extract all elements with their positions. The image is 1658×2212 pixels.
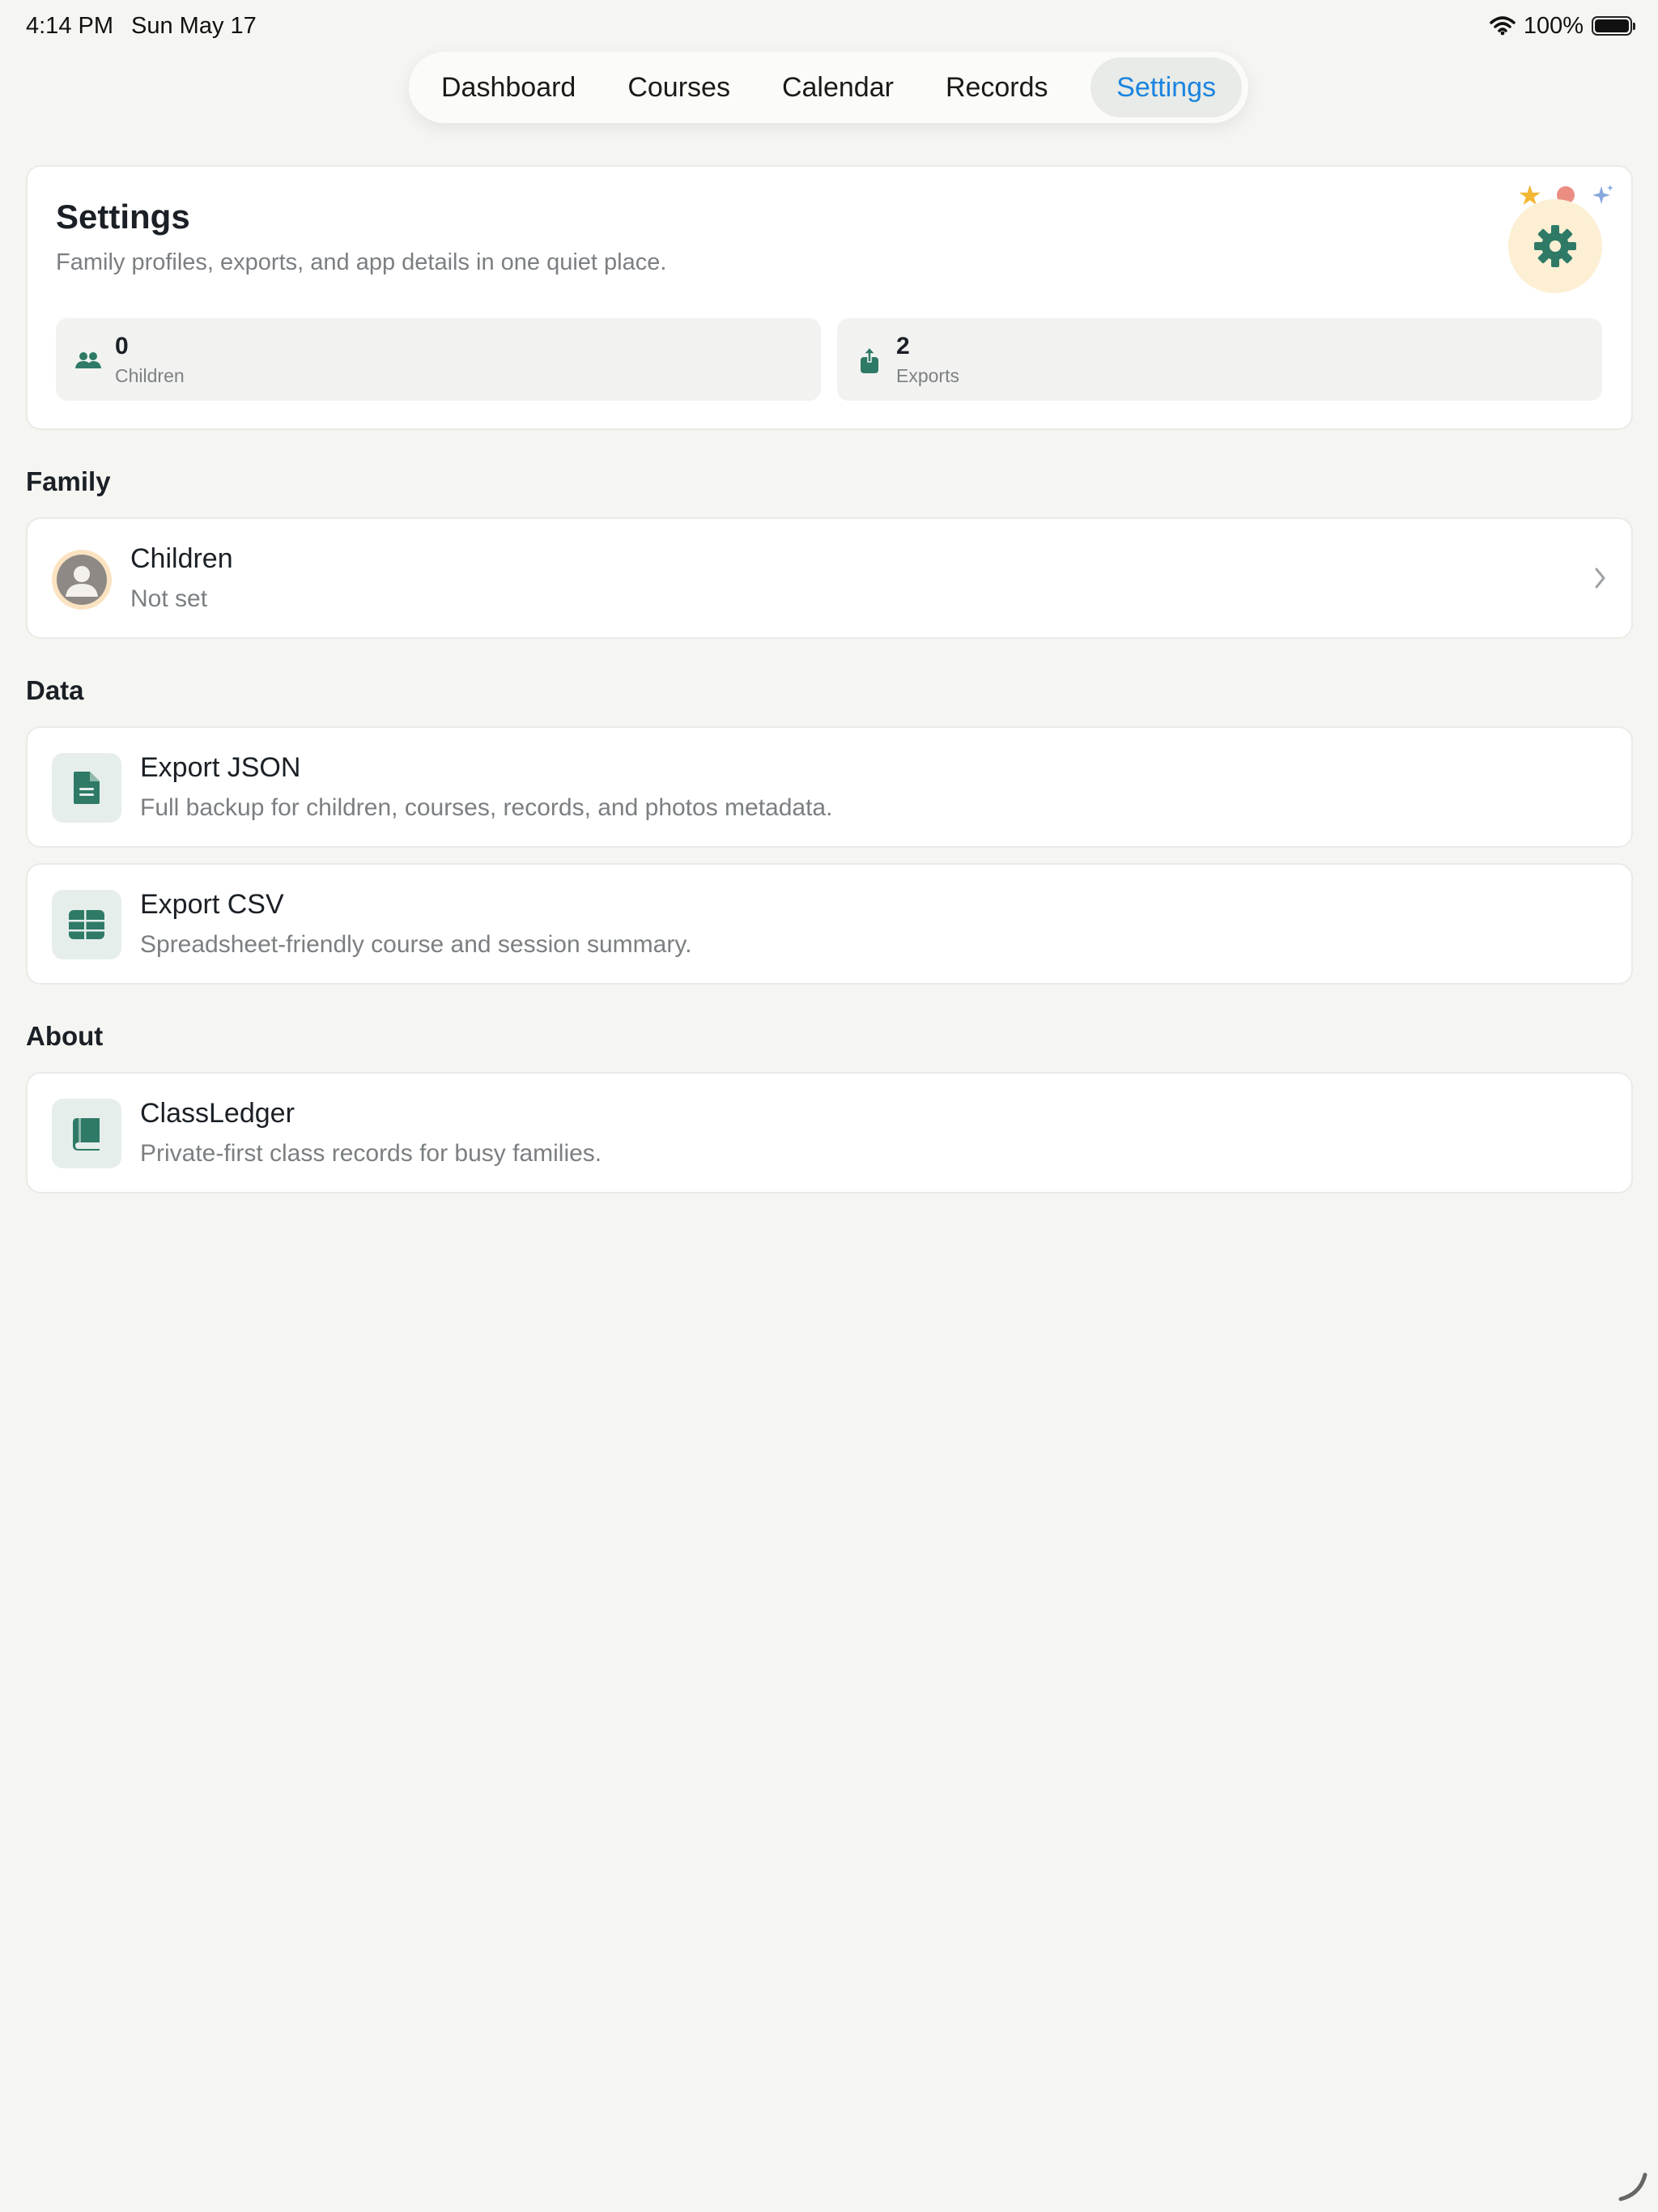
page-title: Settings <box>56 198 190 236</box>
about-app-subtitle: Private-first class records for busy fam… <box>140 1140 602 1167</box>
about-icon-box <box>52 1099 121 1168</box>
children-row-subtitle: Not set <box>130 585 208 612</box>
wifi-icon <box>1490 16 1516 36</box>
export-json-icon-box <box>52 753 121 823</box>
sparkle-icon <box>1592 185 1613 204</box>
settings-badge <box>1508 199 1602 293</box>
battery-percent: 100% <box>1523 12 1584 39</box>
battery-icon <box>1592 16 1635 36</box>
stat-children: 0 Children <box>56 318 821 401</box>
export-csv-row[interactable]: Export CSV Spreadsheet-friendly course a… <box>26 863 1633 985</box>
section-title-family: Family <box>26 466 111 496</box>
stat-exports-value: 2 <box>896 333 910 359</box>
stat-children-value: 0 <box>115 333 129 359</box>
section-title-data: Data <box>26 675 84 705</box>
tab-dashboard[interactable]: Dashboard <box>415 57 602 117</box>
tab-records[interactable]: Records <box>920 57 1074 117</box>
export-json-title: Export JSON <box>140 752 301 783</box>
status-date: Sun May 17 <box>131 12 257 39</box>
export-json-row[interactable]: Export JSON Full backup for children, co… <box>26 726 1633 848</box>
tab-calendar[interactable]: Calendar <box>756 57 920 117</box>
children-row-title: Children <box>130 543 233 574</box>
avatar <box>52 550 112 610</box>
document-icon <box>74 772 100 804</box>
export-csv-icon-box <box>52 890 121 959</box>
page-subtitle: Family profiles, exports, and app detail… <box>56 249 667 275</box>
stat-exports: 2 Exports <box>837 318 1602 401</box>
settings-hero-card: Settings Family profiles, exports, and a… <box>26 165 1633 430</box>
export-json-subtitle: Full backup for children, courses, recor… <box>140 794 833 821</box>
people-icon <box>75 352 101 368</box>
stat-children-label: Children <box>115 365 185 386</box>
export-csv-subtitle: Spreadsheet-friendly course and session … <box>140 931 692 958</box>
children-row[interactable]: Children Not set <box>26 517 1633 639</box>
top-tab-bar: Dashboard Courses Calendar Records Setti… <box>409 52 1248 123</box>
about-app-row[interactable]: ClassLedger Private-first class records … <box>26 1072 1633 1193</box>
about-app-title: ClassLedger <box>140 1098 295 1129</box>
chevron-right-icon <box>1595 568 1605 589</box>
person-avatar-icon <box>57 555 107 605</box>
book-icon <box>73 1118 100 1151</box>
status-time: 4:14 PM <box>26 12 113 39</box>
table-icon <box>69 910 104 939</box>
export-csv-title: Export CSV <box>140 889 284 920</box>
status-left: 4:14 PM Sun May 17 <box>26 13 257 40</box>
section-title-about: About <box>26 1021 104 1051</box>
tab-courses[interactable]: Courses <box>602 57 756 117</box>
status-right: 100% <box>1490 12 1635 40</box>
tab-settings[interactable]: Settings <box>1090 57 1242 117</box>
share-icon <box>861 346 878 373</box>
stat-exports-label: Exports <box>896 365 959 386</box>
resize-handle-icon[interactable] <box>1616 2170 1648 2202</box>
status-bar: 4:14 PM Sun May 17 100% <box>26 11 1635 40</box>
gear-icon <box>1534 225 1576 267</box>
